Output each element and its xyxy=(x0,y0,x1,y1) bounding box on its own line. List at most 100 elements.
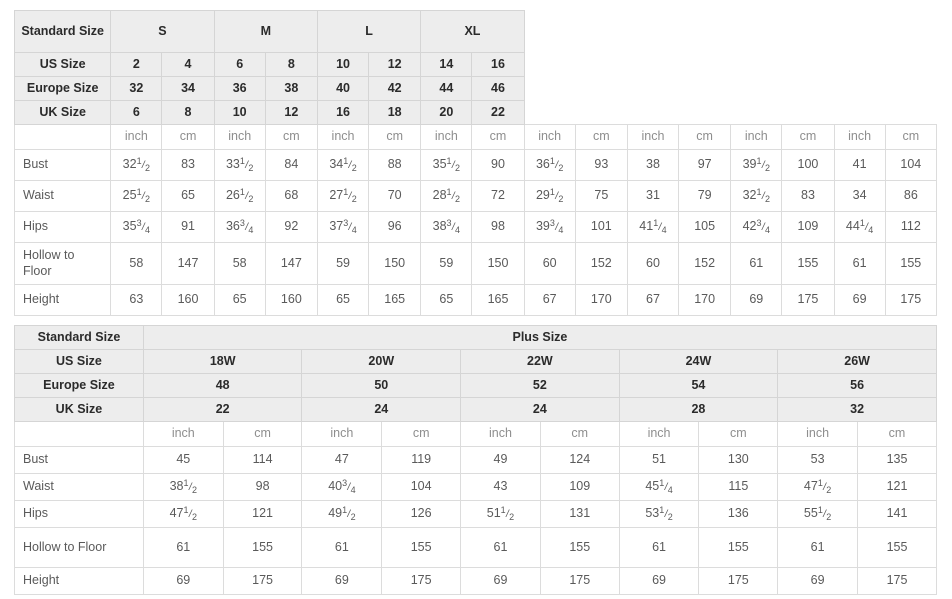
us-size-value: 8 xyxy=(264,52,318,77)
unit-cm: cm xyxy=(781,124,835,150)
plus-unit-inch: inch xyxy=(777,421,859,447)
measurement-cm: 105 xyxy=(678,211,732,243)
measurement-inch: 60 xyxy=(523,242,576,285)
measurement-inch: 69 xyxy=(833,284,886,316)
europe-size-value: 44 xyxy=(420,76,473,101)
plus-measurement-inch: 61 xyxy=(301,527,383,568)
measurement-cm: 150 xyxy=(471,242,525,285)
plus-measurement-label: Hips xyxy=(14,500,144,528)
plus-group-header-row: Standard Size Plus Size xyxy=(14,325,938,350)
europe-size-value: 46 xyxy=(471,76,525,101)
measurement-inch: 65 xyxy=(316,284,370,316)
measurement-cm: 152 xyxy=(678,242,732,285)
unit-cm: cm xyxy=(471,124,525,150)
measurement-cm: 83 xyxy=(781,180,835,212)
uk-size-label: UK Size xyxy=(13,100,112,125)
plus-measurement-inch: 403/4 xyxy=(301,473,383,501)
uk-size-value: 16 xyxy=(316,100,370,125)
us-size-row: US Size 2 4 6 8 10 12 14 16 xyxy=(13,52,937,77)
plus-unit-inch: inch xyxy=(301,421,383,447)
unit-row: inch cm inch cm inch cm inch cm inch cm inch cm inch… xyxy=(13,124,938,150)
measurement-cm: 109 xyxy=(781,211,835,243)
plus-measurement-inch: 49 xyxy=(460,446,541,474)
plus-measurement-cm: 109 xyxy=(539,473,620,501)
measurement-inch: 373/4 xyxy=(316,211,370,243)
plus-measurement-inch: 471/2 xyxy=(142,500,224,528)
us-size-value: 10 xyxy=(316,52,370,77)
standard-size-table: Standard Size S M L XL US Size 2 4 6 8 10 12 14 16 Eur… xyxy=(13,10,938,316)
unit-row-spacer xyxy=(13,124,112,150)
plus-unit-row: inch cm inch cm inch cm inch cm inch cm xyxy=(14,421,937,447)
plus-measurement-inch: 61 xyxy=(142,527,224,568)
plus-measurement-cm: 175 xyxy=(698,567,779,595)
measurement-inch: 361/2 xyxy=(523,149,576,181)
plus-measurement-cm: 114 xyxy=(222,446,303,474)
measurement-cm: 96 xyxy=(368,211,422,243)
measurement-cm: 170 xyxy=(574,284,628,316)
measurement-cm: 70 xyxy=(368,180,422,212)
plus-measurement-inch: 69 xyxy=(777,567,859,595)
measurement-label: Hollow to Floor xyxy=(13,242,112,285)
measurement-inch: 34 xyxy=(833,180,886,212)
measurement-cm: 160 xyxy=(161,284,215,316)
plus-measurement-inch: 61 xyxy=(777,527,859,568)
measurement-inch: 391/2 xyxy=(730,149,783,181)
plus-measurement-inch: 511/2 xyxy=(460,500,541,528)
plus-measurement-cm: 175 xyxy=(222,567,303,595)
measurement-inch: 58 xyxy=(110,242,163,285)
measurement-inch: 58 xyxy=(213,242,266,285)
measurement-cm: 83 xyxy=(161,149,215,181)
unit-cm: cm xyxy=(574,124,628,150)
plus-us-size-value: 26W xyxy=(777,349,937,374)
europe-size-value: 42 xyxy=(368,76,422,101)
plus-measurement-cm: 126 xyxy=(381,500,462,528)
plus-measurement-inch: 53 xyxy=(777,446,859,474)
measurement-inch: 363/4 xyxy=(213,211,266,243)
europe-size-value: 38 xyxy=(264,76,318,101)
plus-us-size-value: 20W xyxy=(301,349,462,374)
plus-measurement-cm: 155 xyxy=(539,527,620,568)
unit-cm: cm xyxy=(884,124,938,150)
size-group-m: M xyxy=(213,10,318,53)
size-group-s: S xyxy=(110,10,215,53)
europe-size-row: Europe Size 32 34 36 38 40 42 44 46 xyxy=(13,76,937,101)
plus-measurement-inch: 51 xyxy=(618,446,700,474)
measurement-cm: 72 xyxy=(471,180,525,212)
uk-size-value: 10 xyxy=(213,100,266,125)
measurement-cm: 65 xyxy=(161,180,215,212)
plus-unit-inch: inch xyxy=(618,421,700,447)
measurement-cm: 165 xyxy=(471,284,525,316)
plus-unit-inch: inch xyxy=(142,421,224,447)
plus-measurement-cm: 155 xyxy=(222,527,303,568)
plus-europe-size-label: Europe Size xyxy=(14,373,144,398)
plus-measurement-row: Waist 381/2 98 403/4 104 43 109 451/4 115 471/2 12… xyxy=(14,473,937,501)
uk-size-value: 8 xyxy=(161,100,215,125)
measurement-cm: 97 xyxy=(678,149,732,181)
measurement-cm: 93 xyxy=(574,149,628,181)
plus-measurement-inch: 69 xyxy=(460,567,541,595)
measurement-inch: 61 xyxy=(730,242,783,285)
unit-inch: inch xyxy=(213,124,266,150)
size-chart-container: Standard Size S M L XL US Size 2 4 6 8 10 12 14 16 Eur… xyxy=(13,10,938,595)
plus-unit-inch: inch xyxy=(460,421,541,447)
us-size-value: 2 xyxy=(110,52,163,77)
group-header-row: Standard Size S M L XL xyxy=(13,10,937,53)
unit-inch: inch xyxy=(730,124,783,150)
us-size-value: 16 xyxy=(471,52,525,77)
plus-measurement-inch: 551/2 xyxy=(777,500,859,528)
measurement-cm: 75 xyxy=(574,180,628,212)
europe-size-value: 34 xyxy=(161,76,215,101)
size-chart-page: Standard Size S M L XL US Size 2 4 6 8 10 12 14 16 Eur… xyxy=(0,0,952,599)
plus-measurement-inch: 69 xyxy=(618,567,700,595)
measurement-inch: 423/4 xyxy=(730,211,783,243)
plus-us-size-value: 24W xyxy=(618,349,779,374)
unit-inch: inch xyxy=(626,124,680,150)
plus-measurement-cm: 175 xyxy=(539,567,620,595)
europe-size-value: 40 xyxy=(316,76,370,101)
measurement-label: Waist xyxy=(13,180,112,212)
measurement-cm: 92 xyxy=(264,211,318,243)
measurement-label: Height xyxy=(13,284,112,316)
plus-europe-size-value: 52 xyxy=(460,373,620,398)
uk-size-value: 20 xyxy=(420,100,473,125)
plus-measurement-inch: 471/2 xyxy=(777,473,859,501)
